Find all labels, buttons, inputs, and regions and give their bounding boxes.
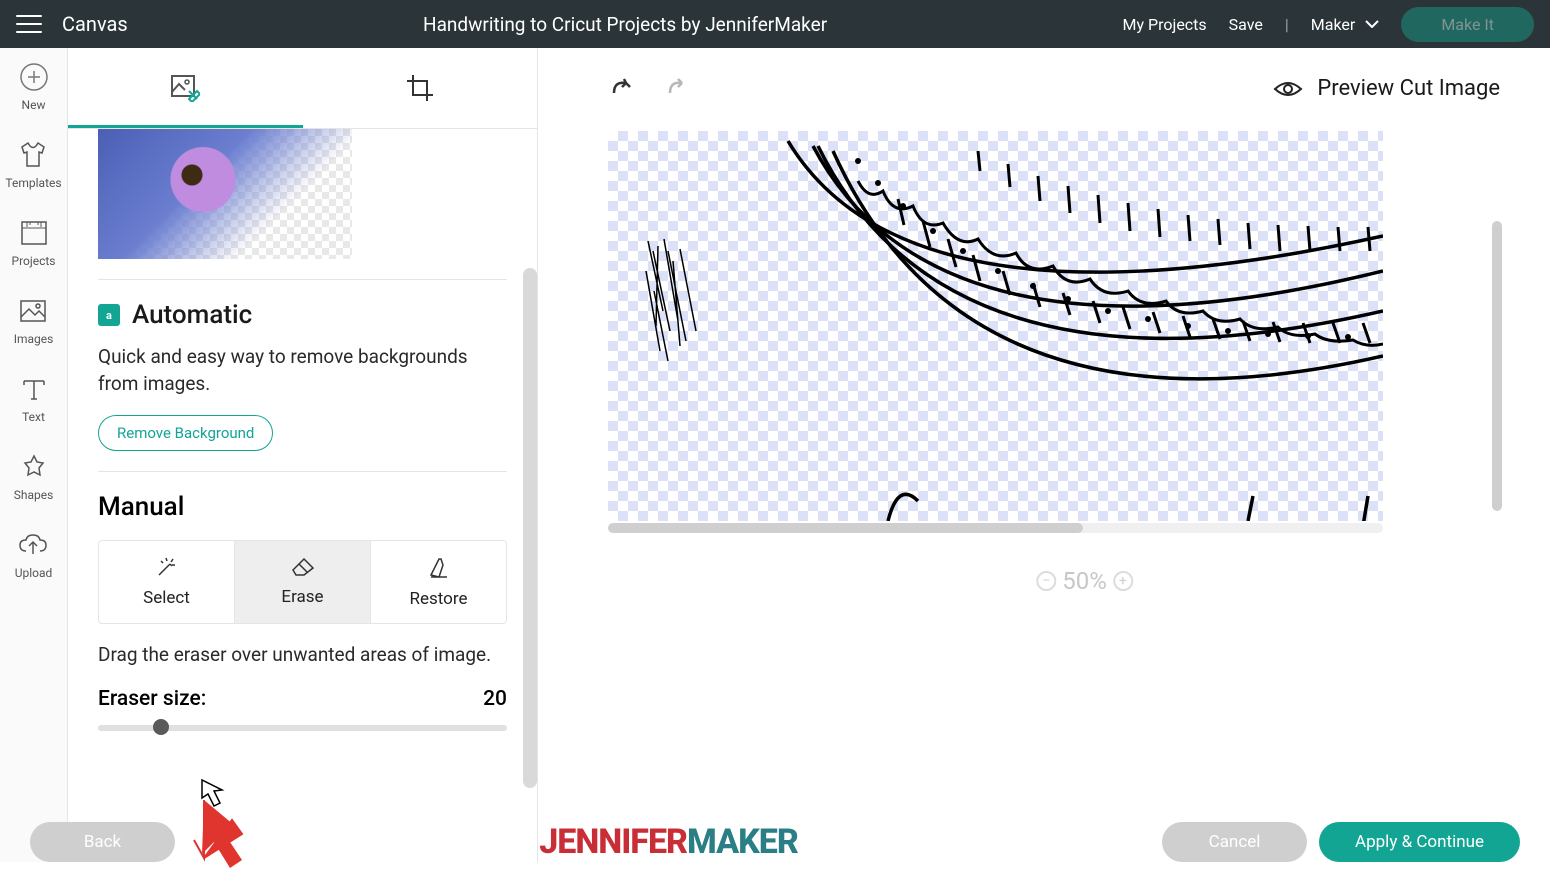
automatic-desc: Quick and easy way to remove backgrounds… (98, 344, 507, 397)
top-right-nav: My Projects Save | Maker Make It (1123, 7, 1535, 42)
panel-body: a Automatic Quick and easy way to remove… (68, 129, 537, 862)
remove-background-button[interactable]: Remove Background (98, 415, 273, 451)
undo-redo-group (608, 77, 692, 101)
brand-last: MAKER (687, 822, 798, 862)
back-button[interactable]: Back (30, 822, 175, 862)
canvas-checkerboard (608, 131, 1383, 521)
tshirt-icon (18, 140, 48, 170)
divider (98, 471, 507, 472)
rail-templates-label: Templates (5, 176, 61, 190)
image-icon (18, 296, 48, 326)
manual-desc: Drag the eraser over unwanted areas of i… (98, 642, 507, 669)
canvas-v-scrollbar[interactable] (1492, 221, 1502, 511)
brand-watermark: JENNIFERMAKER (187, 822, 1150, 862)
rail-text-label: Text (22, 410, 45, 424)
top-bar: Canvas Handwriting to Cricut Projects by… (0, 0, 1550, 48)
canvas-viewport[interactable]: − 50% + (538, 111, 1550, 862)
save-button[interactable]: Save (1229, 15, 1263, 34)
shapes-icon (19, 452, 49, 482)
slider-thumb[interactable] (153, 719, 169, 735)
rail-images-label: Images (14, 332, 54, 346)
rail-new[interactable]: New (19, 62, 49, 112)
machine-label: Maker (1311, 15, 1356, 34)
zoom-out-button[interactable]: − (1036, 571, 1056, 591)
plus-circle-icon (19, 62, 49, 92)
eraser-size-label: Eraser size: (98, 687, 206, 711)
canvas-label: Canvas (62, 12, 128, 36)
eraser-size-row: Eraser size: 20 (98, 687, 507, 711)
rail-upload[interactable]: Upload (15, 530, 53, 580)
seg-restore-label: Restore (410, 589, 468, 609)
upload-icon (18, 530, 48, 560)
main-layout: New Templates Projects Images Text (0, 48, 1550, 862)
rail-new-label: New (22, 98, 46, 112)
restore-icon (428, 555, 450, 579)
redo-icon[interactable] (664, 77, 692, 101)
rail-text[interactable]: Text (19, 374, 49, 424)
tab-row (68, 48, 537, 129)
auto-icon: a (98, 304, 120, 326)
panel-scrollbar[interactable] (523, 268, 537, 788)
tab-background-remove[interactable] (68, 48, 303, 128)
cancel-button[interactable]: Cancel (1162, 822, 1307, 862)
seg-erase[interactable]: Erase (234, 540, 371, 624)
crop-icon (407, 75, 433, 101)
side-panel: a Automatic Quick and easy way to remove… (68, 48, 538, 862)
rail-projects-label: Projects (12, 254, 56, 268)
eraser-icon (291, 557, 315, 577)
undo-icon[interactable] (608, 77, 636, 101)
chevron-down-icon (1365, 20, 1379, 28)
canvas-area: Preview Cut Image (538, 48, 1550, 862)
divider (98, 279, 507, 280)
seg-select[interactable]: Select (98, 540, 234, 624)
zoom-control: − 50% + (1036, 567, 1133, 595)
menu-button[interactable] (16, 15, 42, 33)
make-it-button[interactable]: Make It (1401, 7, 1534, 42)
rail-upload-label: Upload (15, 566, 53, 580)
my-projects-link[interactable]: My Projects (1123, 15, 1207, 34)
seg-select-label: Select (143, 588, 190, 608)
manual-segment-control: Select Erase Restore (98, 540, 507, 624)
rail-images[interactable]: Images (14, 296, 54, 346)
seg-erase-label: Erase (281, 587, 323, 607)
image-edit-icon (170, 72, 200, 102)
eye-icon (1273, 79, 1303, 99)
zoom-value: 50% (1058, 567, 1111, 595)
text-icon (19, 374, 49, 404)
automatic-title: a Automatic (98, 300, 507, 330)
seg-restore[interactable]: Restore (371, 540, 507, 624)
tutorial-arrow-overlay (192, 778, 247, 868)
uploaded-drawing (608, 131, 1383, 521)
tab-crop[interactable] (303, 48, 538, 128)
rail-shapes-label: Shapes (14, 488, 54, 502)
preview-cut-image-button[interactable]: Preview Cut Image (1273, 76, 1500, 101)
rail-projects[interactable]: Projects (12, 218, 56, 268)
eraser-size-value: 20 (483, 687, 507, 711)
canvas-h-scrollbar[interactable] (608, 523, 1383, 533)
project-title: Handwriting to Cricut Projects by Jennif… (128, 13, 1123, 36)
wand-icon (156, 556, 178, 578)
zoom-in-button[interactable]: + (1113, 571, 1133, 591)
rail-templates[interactable]: Templates (5, 140, 61, 190)
brand-first: JENNIFER (539, 822, 687, 862)
sample-thumbnail (98, 129, 352, 259)
apply-continue-button[interactable]: Apply & Continue (1319, 822, 1520, 862)
eraser-size-slider[interactable] (98, 725, 507, 731)
machine-select[interactable]: Maker (1311, 15, 1380, 34)
left-rail: New Templates Projects Images Text (0, 48, 68, 862)
h-scrollbar-thumb[interactable] (608, 523, 1083, 533)
manual-title: Manual (98, 492, 507, 522)
projects-icon (19, 218, 49, 248)
divider: | (1285, 15, 1289, 34)
rail-shapes[interactable]: Shapes (14, 452, 54, 502)
automatic-title-text: Automatic (132, 300, 252, 330)
canvas-header: Preview Cut Image (538, 48, 1550, 111)
preview-label: Preview Cut Image (1317, 76, 1500, 101)
